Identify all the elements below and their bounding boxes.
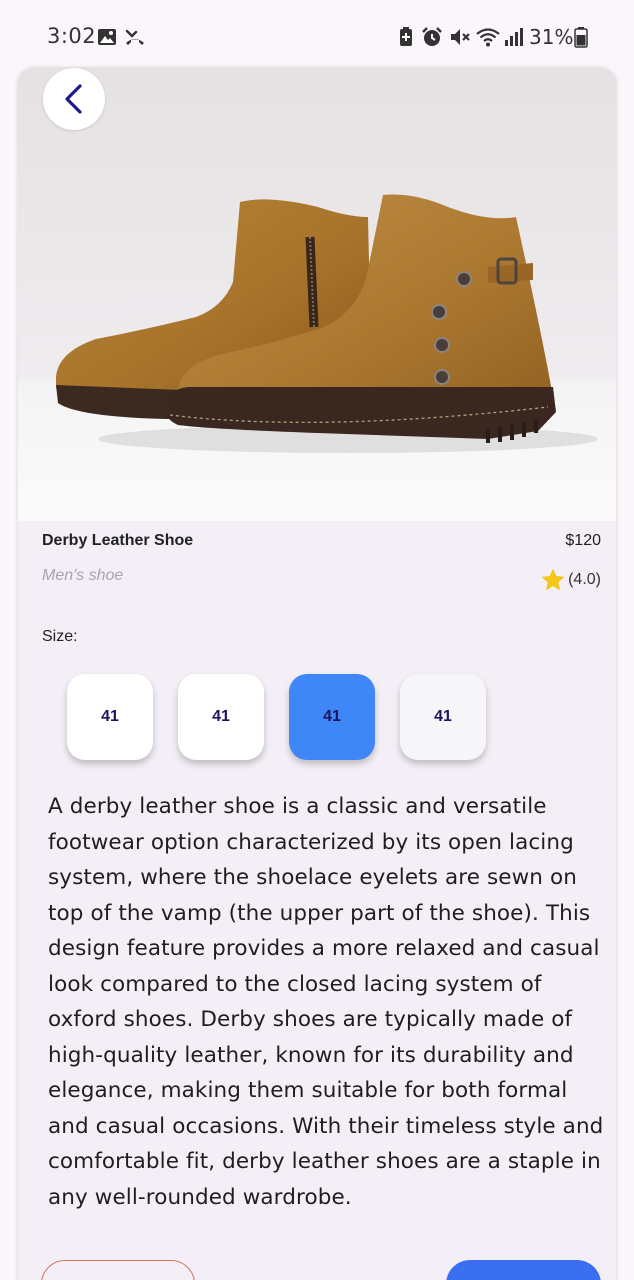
size-option-selected[interactable]: 41 bbox=[289, 674, 375, 760]
size-selector: 41 41 41 41 bbox=[67, 674, 607, 764]
size-option[interactable]: 41 bbox=[178, 674, 264, 760]
battery-percentage: 31% bbox=[529, 25, 574, 49]
status-bar: 3:02 31% bbox=[0, 0, 634, 70]
product-name: Derby Leather Shoe bbox=[42, 532, 194, 549]
gallery-icon bbox=[98, 29, 116, 45]
primary-action-button[interactable] bbox=[446, 1260, 601, 1280]
star-icon bbox=[541, 568, 565, 591]
product-price: $120 bbox=[565, 532, 601, 549]
back-button[interactable] bbox=[43, 68, 105, 130]
product-card: Derby Leather Shoe $120 Men's shoe (4.0)… bbox=[18, 67, 616, 1280]
alarm-icon bbox=[422, 27, 442, 46]
battery-saver-icon bbox=[400, 27, 412, 46]
product-image bbox=[18, 67, 616, 521]
signal-icon bbox=[505, 28, 523, 46]
product-rating: (4.0) bbox=[540, 567, 601, 593]
wifi-icon bbox=[476, 28, 500, 47]
product-description: A derby leather shoe is a classic and ve… bbox=[48, 794, 604, 1210]
chevron-left-icon bbox=[65, 84, 82, 114]
secondary-action-button[interactable] bbox=[41, 1260, 195, 1280]
size-option[interactable]: 41 bbox=[67, 674, 153, 760]
status-time: 3:02 bbox=[47, 24, 97, 48]
product-detail-screen: 3:02 31% Derby Leather Shoe $120 Men's s… bbox=[0, 0, 634, 1280]
missed-call-icon bbox=[125, 29, 144, 45]
battery-icon bbox=[574, 27, 588, 48]
mute-icon bbox=[451, 29, 470, 45]
rating-value: (4.0) bbox=[568, 571, 601, 588]
size-option[interactable]: 41 bbox=[400, 674, 486, 760]
product-category: Men's shoe bbox=[42, 567, 124, 584]
size-label: Size: bbox=[42, 628, 78, 645]
